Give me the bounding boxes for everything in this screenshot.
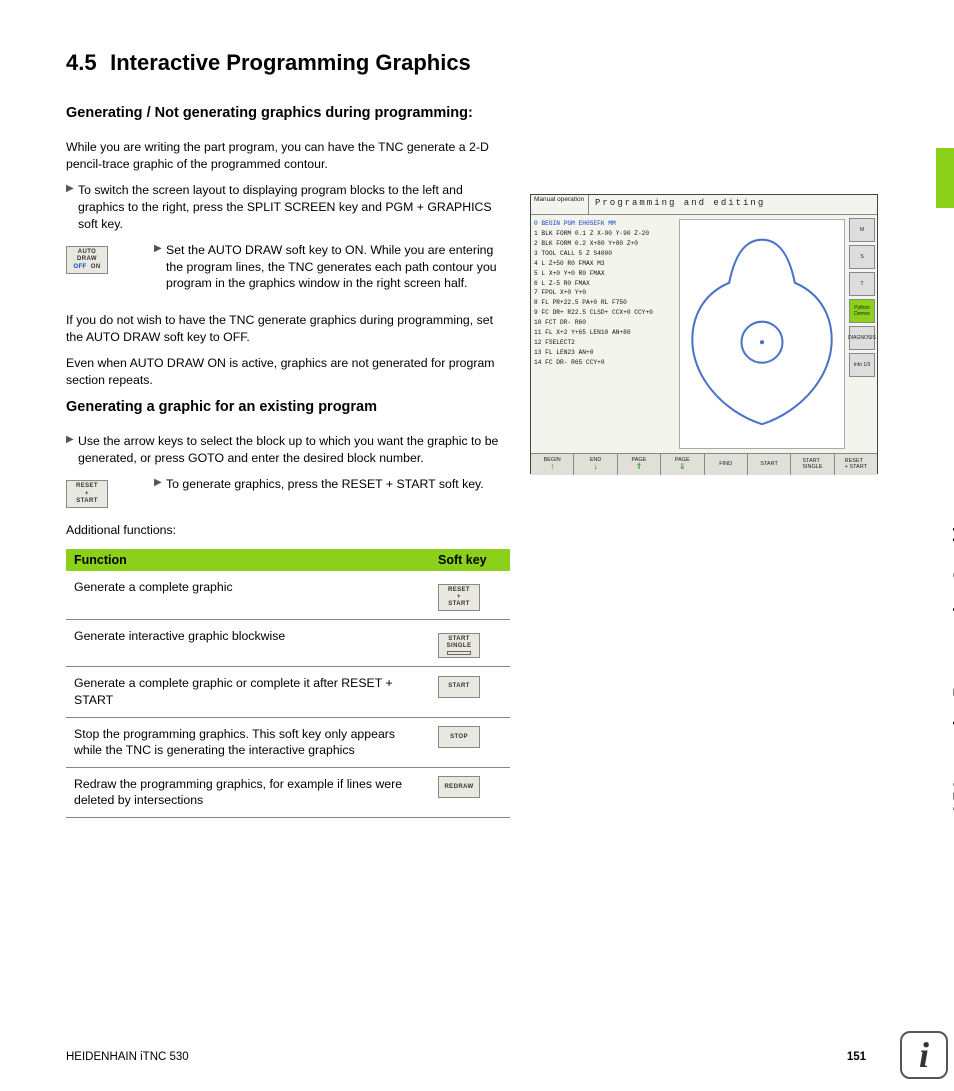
program-listing: 0 BEGIN PGM EH05EFK MM1 BLK FORM 0.1 Z X…	[531, 215, 679, 453]
mode-label: Manual operation	[531, 195, 589, 214]
th-softkey: Soft key	[430, 549, 510, 571]
functions-table: Function Soft key Generate a complete gr…	[66, 549, 510, 819]
fn-desc: Redraw the programming graphics, for exa…	[66, 767, 430, 817]
bullet-icon: ▶	[154, 242, 166, 292]
paragraph-section-repeats: Even when AUTO DRAW ON is active, graphi…	[66, 355, 510, 388]
tnc-screenshot: Manual operation Programming and editing…	[530, 194, 878, 474]
bullet-icon: ▶	[66, 433, 78, 466]
intro-paragraph: While you are writing the part program, …	[66, 139, 510, 172]
table-row: Generate interactive graphic blockwise S…	[66, 620, 510, 667]
bullet-arrow-keys: ▶ Use the arrow keys to select the block…	[66, 433, 510, 466]
softkey-reset-start-icon: RESET+START	[438, 584, 480, 612]
bullet-icon: ▶	[154, 476, 166, 493]
fn-desc: Stop the programming graphics. This soft…	[66, 717, 430, 767]
footer-product: HEIDENHAIN iTNC 530	[66, 1051, 189, 1063]
green-tab	[936, 148, 954, 208]
section-number: 4.5	[66, 50, 104, 76]
graphics-window	[679, 219, 845, 449]
softkey-row: BEGIN↑END↓PAGE⇑PAGE⇓FINDSTARTSTARTSINGLE…	[531, 453, 877, 475]
page-number: 151	[847, 1051, 866, 1063]
table-row: Generate a complete graphic RESET+START	[66, 571, 510, 620]
paragraph-autodraw-off: If you do not wish to have the TNC gener…	[66, 312, 510, 345]
table-row: Redraw the programming graphics, for exa…	[66, 767, 510, 817]
bullet-text: Use the arrow keys to select the block u…	[78, 433, 510, 466]
th-function: Function	[66, 549, 430, 571]
softkey-auto-draw: AUTO DRAW OFF ON	[66, 246, 108, 274]
bullet-split-screen: ▶ To switch the screen layout to display…	[66, 182, 510, 232]
table-row: Stop the programming graphics. This soft…	[66, 717, 510, 767]
fn-desc: Generate interactive graphic blockwise	[66, 620, 430, 667]
page-footer: HEIDENHAIN iTNC 530 151	[66, 1051, 866, 1063]
bullet-icon: ▶	[66, 182, 78, 232]
page-side-tab: 4.5 Interactive Programming Graphics	[916, 18, 954, 528]
section-heading: 4.5 Interactive Programming Graphics	[66, 50, 886, 76]
bullet-text: To generate graphics, press the RESET + …	[166, 476, 510, 493]
softkey-redraw-icon: REDRAW	[438, 776, 480, 798]
bullet-text: Set the AUTO DRAW soft key to ON. While …	[166, 242, 510, 292]
subheading-existing: Generating a graphic for an existing pro…	[66, 398, 510, 417]
softkey-start-single-icon: STARTSINGLE	[438, 633, 480, 658]
screen-title: Programming and editing	[589, 195, 877, 214]
softkey-stop-icon: STOP	[438, 726, 480, 748]
fn-desc: Generate a complete graphic or complete …	[66, 667, 430, 717]
additional-functions-label: Additional functions:	[66, 522, 510, 539]
subheading-generating: Generating / Not generating graphics dur…	[66, 104, 510, 123]
side-label: 4.5 Interactive Programming Graphics	[950, 508, 954, 815]
info-icon: i	[900, 1031, 948, 1079]
softkey-start-icon: START	[438, 676, 480, 698]
bullet-auto-draw-on: ▶ Set the AUTO DRAW soft key to ON. Whil…	[154, 242, 510, 292]
bullet-text: To switch the screen layout to displayin…	[78, 182, 510, 232]
table-row: Generate a complete graphic or complete …	[66, 667, 510, 717]
section-title: Interactive Programming Graphics	[110, 50, 471, 75]
softkey-reset-start: RESET + START	[66, 480, 108, 508]
right-sidebar: MSTPython DemosDIAGNOSISInfo 1/3	[847, 215, 877, 453]
bullet-reset-start: ▶ To generate graphics, press the RESET …	[154, 476, 510, 493]
fn-desc: Generate a complete graphic	[66, 571, 430, 620]
